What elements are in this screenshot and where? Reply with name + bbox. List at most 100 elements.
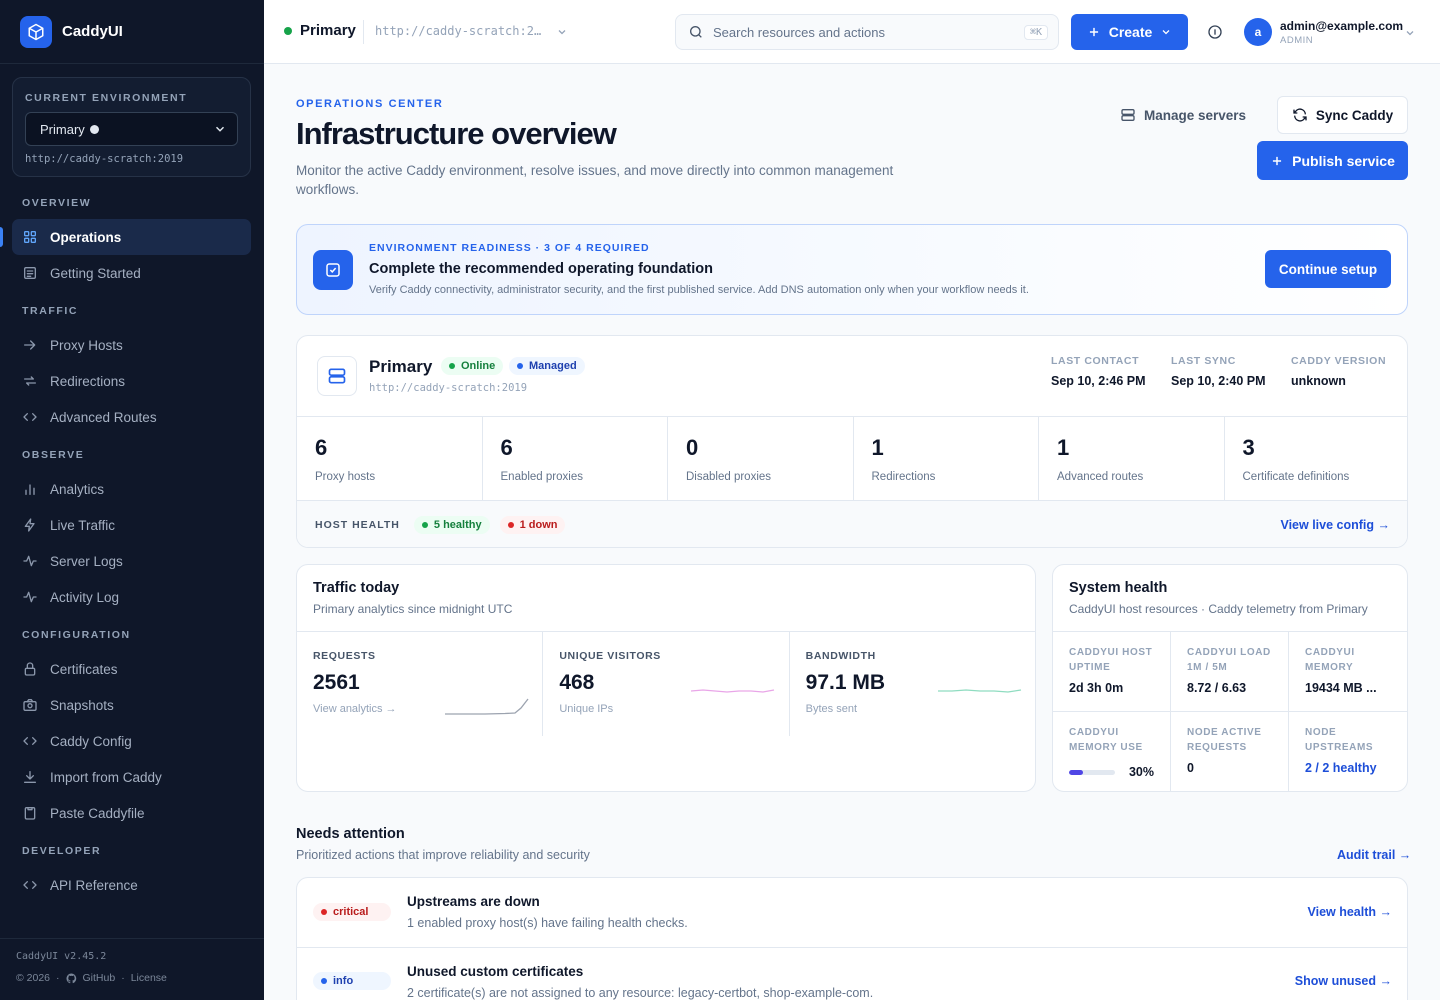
active-environment[interactable]: Primary bbox=[284, 22, 356, 39]
user-email: admin@example.com bbox=[1280, 18, 1404, 33]
last-sync: LAST SYNC Sep 10, 2:40 PM bbox=[1171, 355, 1266, 388]
traffic-subtitle: Primary analytics since midnight UTC bbox=[313, 602, 513, 616]
server-card: Primary Online Managed http://caddy-scra… bbox=[296, 335, 1408, 548]
sidebar-item-paste-caddyfile[interactable]: Paste Caddyfile bbox=[12, 795, 251, 831]
search-input[interactable] bbox=[713, 24, 1015, 40]
readiness-banner: ENVIRONMENT READINESS · 3 OF 4 REQUIRED … bbox=[296, 224, 1408, 315]
stat-enabled-proxies[interactable]: 6 Enabled proxies bbox=[483, 417, 668, 500]
search-icon bbox=[690, 26, 702, 38]
search-bar[interactable]: ⌘K bbox=[675, 14, 1059, 50]
license-link[interactable]: License bbox=[131, 972, 167, 984]
sidebar-item-snapshots[interactable]: Snapshots bbox=[12, 687, 251, 723]
sidebar-item-label: API Reference bbox=[50, 877, 138, 893]
server-name: Primary bbox=[369, 357, 433, 376]
page-description: Monitor the active Caddy environment, re… bbox=[296, 163, 894, 197]
sidebar-item-live-traffic[interactable]: Live Traffic bbox=[12, 507, 251, 543]
server-icon bbox=[317, 356, 357, 396]
sidebar-item-label: Getting Started bbox=[50, 265, 141, 281]
github-link[interactable]: GitHub bbox=[83, 972, 116, 984]
brand-name: CaddyUI bbox=[62, 23, 123, 40]
brand[interactable]: CaddyUI bbox=[0, 0, 264, 64]
active-environment-url[interactable]: http://caddy-scratch:2019 bbox=[375, 24, 545, 38]
zap-icon bbox=[24, 518, 35, 532]
server-stats: 6 Proxy hosts 6 Enabled proxies 0 Disabled … bbox=[297, 416, 1408, 501]
manage-servers-button[interactable]: Manage servers bbox=[1120, 100, 1246, 130]
sidebar-item-label: Proxy Hosts bbox=[50, 337, 123, 353]
sidebar-item-label: Server Logs bbox=[50, 553, 123, 569]
code-icon bbox=[23, 881, 37, 889]
upstreams-link[interactable]: 2 / 2 healthy bbox=[1305, 761, 1391, 775]
repeat-icon bbox=[24, 376, 36, 386]
grid-icon bbox=[23, 231, 36, 243]
info-icon[interactable] bbox=[1207, 24, 1223, 40]
sidebar-item-label: Redirections bbox=[50, 373, 126, 389]
copyright: © 2026 bbox=[16, 972, 51, 984]
lock-icon bbox=[24, 662, 36, 676]
camera-icon bbox=[23, 699, 37, 711]
chevron-down-icon[interactable] bbox=[556, 26, 568, 38]
attention-list: critical Upstreams are down 1 enabled pr… bbox=[296, 877, 1408, 1000]
bar-chart-icon bbox=[25, 484, 35, 495]
server-url: http://caddy-scratch:2019 bbox=[369, 382, 528, 394]
host-uptime: CADDYUI HOST UPTIME 2d 3h 0m bbox=[1053, 632, 1171, 712]
sidebar-item-server-logs[interactable]: Server Logs bbox=[12, 543, 251, 579]
audit-trail-link[interactable]: Audit trail → bbox=[1337, 848, 1411, 862]
sidebar-item-operations[interactable]: Operations bbox=[0, 219, 251, 255]
stat-disabled-proxies[interactable]: 0 Disabled proxies bbox=[668, 417, 854, 500]
issue-title: Unused custom certificates bbox=[407, 964, 584, 979]
down-badge: 1 down bbox=[499, 516, 566, 534]
readiness-description: Verify Caddy connectivity, administrator… bbox=[369, 284, 1029, 296]
sidebar-item-label: Caddy Config bbox=[50, 733, 132, 749]
search-shortcut: ⌘K bbox=[1023, 24, 1048, 40]
host-load: CADDYUI LOAD 1M / 5M 8.72 / 6.63 bbox=[1171, 632, 1289, 712]
sidebar-item-label: Import from Caddy bbox=[50, 769, 162, 785]
user-menu[interactable]: a admin@example.com ADMIN bbox=[1244, 18, 1403, 46]
sidebar-item-proxy-hosts[interactable]: Proxy Hosts bbox=[12, 327, 251, 363]
stat-proxy-hosts[interactable]: 6 Proxy hosts bbox=[297, 417, 483, 500]
traffic-card: Traffic today Primary analytics since mi… bbox=[296, 564, 1036, 792]
sync-caddy-label: Sync Caddy bbox=[1315, 107, 1394, 123]
sidebar-item-activity-log[interactable]: Activity Log bbox=[12, 579, 251, 615]
sidebar-item-certificates[interactable]: Certificates bbox=[12, 651, 251, 687]
chevron-down-icon bbox=[1162, 30, 1170, 35]
chevron-down-icon[interactable] bbox=[1404, 27, 1416, 39]
download-icon bbox=[24, 771, 36, 783]
list-item: critical Upstreams are down 1 enabled pr… bbox=[297, 878, 1407, 947]
stat-advanced-routes[interactable]: 1 Advanced routes bbox=[1039, 417, 1225, 500]
sidebar-item-label: Analytics bbox=[50, 481, 105, 497]
checklist-icon bbox=[24, 267, 36, 279]
sidebar-item-label: Paste Caddyfile bbox=[50, 805, 145, 821]
sync-caddy-button[interactable]: Sync Caddy bbox=[1277, 96, 1408, 134]
online-status-dot bbox=[284, 26, 292, 35]
view-live-config-link[interactable]: View live config → bbox=[1280, 518, 1390, 532]
environment-select[interactable]: Primary bbox=[25, 112, 238, 146]
sidebar-item-import-from-caddy[interactable]: Import from Caddy bbox=[12, 759, 251, 795]
nav-section-heading: OBSERVE bbox=[22, 449, 85, 461]
sidebar-item-api-reference[interactable]: API Reference bbox=[12, 867, 251, 903]
publish-service-button[interactable]: Publish service bbox=[1257, 141, 1408, 180]
environment-select-value: Primary bbox=[40, 121, 85, 137]
sidebar-item-advanced-routes[interactable]: Advanced Routes bbox=[12, 399, 251, 435]
environment-switcher: CURRENT ENVIRONMENT Primary http://caddy… bbox=[12, 77, 251, 177]
sidebar-item-getting-started[interactable]: Getting Started bbox=[12, 255, 251, 291]
node-upstreams: NODE UPSTREAMS 2 / 2 healthy bbox=[1289, 712, 1407, 791]
clipboard-icon bbox=[24, 807, 36, 820]
create-button[interactable]: Create bbox=[1071, 14, 1188, 50]
sidebar-item-redirections[interactable]: Redirections bbox=[12, 363, 251, 399]
sidebar-item-label: Certificates bbox=[50, 661, 118, 677]
metric-bandwidth: BANDWIDTH 97.1 MB Bytes sent bbox=[790, 632, 1035, 736]
stat-redirections[interactable]: 1 Redirections bbox=[854, 417, 1039, 500]
topbar: Primary http://caddy-scratch:2019 ⌘K Cre… bbox=[264, 0, 1440, 64]
activity-icon bbox=[23, 591, 37, 603]
show-unused-link[interactable]: Show unused → bbox=[1295, 974, 1392, 988]
continue-setup-button[interactable]: Continue setup bbox=[1265, 250, 1391, 288]
active-environment-name: Primary bbox=[300, 22, 356, 39]
view-health-link[interactable]: View health → bbox=[1307, 905, 1392, 919]
stat-certificate-definitions[interactable]: 3 Certificate definitions bbox=[1225, 417, 1408, 500]
sidebar-item-analytics[interactable]: Analytics bbox=[12, 471, 251, 507]
sidebar-item-label: Live Traffic bbox=[50, 517, 116, 533]
system-health-subtitle: CaddyUI host resources · Caddy telemetry… bbox=[1069, 602, 1368, 616]
checkbox-icon bbox=[313, 250, 353, 290]
sidebar-item-label: Snapshots bbox=[50, 697, 114, 713]
sidebar-item-caddy-config[interactable]: Caddy Config bbox=[12, 723, 251, 759]
